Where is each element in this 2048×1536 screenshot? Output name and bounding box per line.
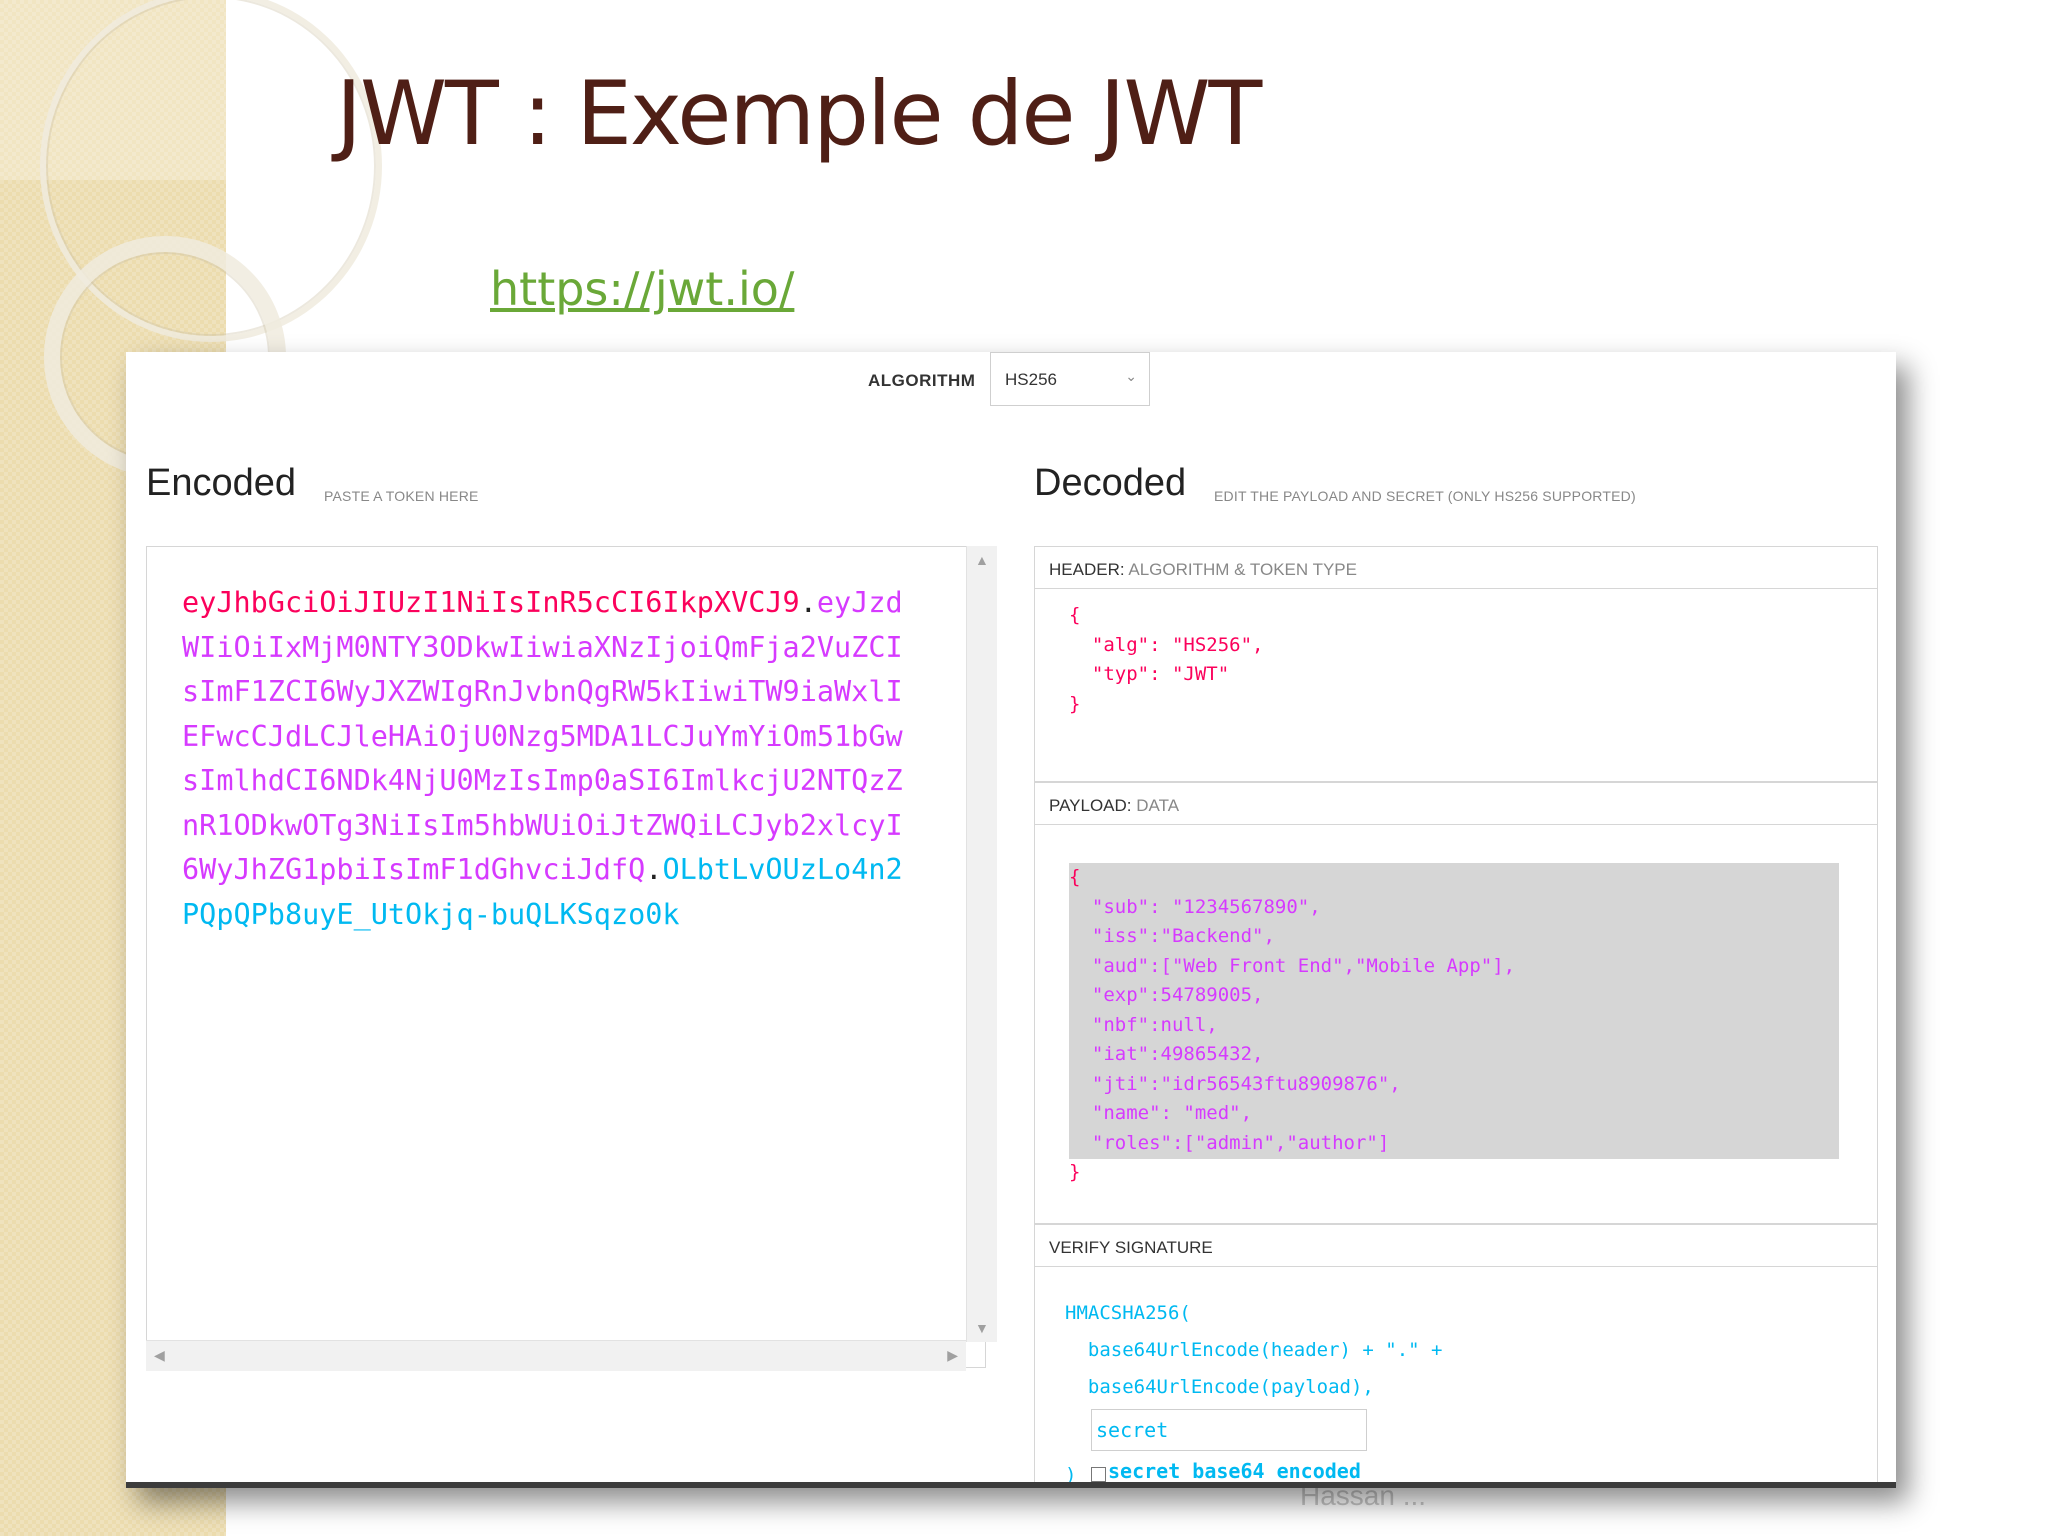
json-key: "iss" (1069, 925, 1150, 947)
algorithm-label: ALGORITHM (868, 371, 976, 390)
decoded-heading: Decoded (1034, 462, 1187, 504)
encoded-token-textarea[interactable]: eyJhbGciOiJIUzI1NiIsInR5cCI6IkpXVCJ9.eyJ… (146, 546, 986, 1368)
json-brace: } (1069, 1161, 1081, 1183)
scroll-up-icon[interactable]: ▲ (975, 552, 989, 568)
panel-bottom-bar (126, 1482, 1896, 1488)
json-value: :null, (1149, 1013, 1218, 1036)
token-payload-part: eyJzdWIiOiIxMjM0NTY3ODkwIiwiaXNzIjoiQmFj… (182, 586, 903, 886)
token-dot: . (799, 586, 817, 619)
json-value: : "HS256", (1149, 633, 1264, 656)
json-value: : "1234567890", (1149, 895, 1321, 918)
horizontal-scrollbar[interactable]: ◀ ▶ (146, 1340, 966, 1371)
json-value: :["Web Front End","Mobile App"], (1149, 954, 1516, 977)
code-line: "iat":49865432, (1069, 1040, 1515, 1070)
code-line: } (1069, 1158, 1515, 1188)
json-key: "roles" (1069, 1131, 1172, 1154)
vertical-scrollbar[interactable]: ▲ ▼ (966, 546, 997, 1342)
json-key: "exp" (1069, 984, 1150, 1006)
json-value: :["admin","author"] (1171, 1131, 1390, 1154)
json-key: "iat" (1069, 1043, 1150, 1065)
payload-json-editor[interactable]: { "sub": "1234567890", "iss":"Backend", … (1069, 863, 1515, 1188)
code-line: "jti":"idr56543ftu8909876", (1069, 1070, 1515, 1100)
code-line: "iss":"Backend", (1069, 922, 1515, 952)
signature-line: base64UrlEncode(header) + "." + (1065, 1339, 1443, 1361)
json-key: "name" (1069, 1102, 1161, 1124)
algorithm-value: HS256 (1005, 370, 1057, 389)
secret-input[interactable]: secret (1091, 1409, 1367, 1451)
json-value: :"idr56543ftu8909876", (1149, 1072, 1401, 1095)
encoded-heading: Encoded (146, 462, 297, 504)
decoded-subheading: EDIT THE PAYLOAD AND SECRET (ONLY HS256 … (1214, 488, 1636, 504)
code-line: "alg": "HS256", (1069, 631, 1264, 661)
code-line: "sub": "1234567890", (1069, 893, 1515, 923)
payload-section: PAYLOAD: DATA { "sub": "1234567890", "is… (1034, 782, 1878, 1224)
code-line: { (1069, 601, 1263, 631)
json-value: :"Backend", (1149, 925, 1275, 947)
json-key: "sub" (1069, 895, 1150, 918)
algorithm-select[interactable]: HS256 ⌄ (990, 352, 1150, 406)
code-line: "aud":["Web Front End","Mobile App"], (1069, 952, 1515, 982)
code-line: "typ": "JWT" (1069, 660, 1263, 690)
json-value: :49865432, (1149, 1043, 1264, 1065)
json-key: "nbf" (1069, 1013, 1150, 1036)
json-key: "alg" (1069, 633, 1150, 656)
header-section-title: HEADER: ALGORITHM & TOKEN TYPE (1035, 547, 1877, 589)
code-line: { (1069, 863, 1515, 893)
header-section: HEADER: ALGORITHM & TOKEN TYPE { "alg": … (1034, 546, 1878, 782)
json-value: :54789005, (1149, 984, 1264, 1006)
json-brace: } (1069, 692, 1081, 715)
json-value: : "med", (1160, 1102, 1253, 1124)
json-key: "jti" (1069, 1072, 1150, 1095)
json-key: "aud" (1069, 954, 1150, 977)
chevron-down-icon: ⌄ (1125, 368, 1137, 384)
code-line: } (1069, 690, 1263, 720)
code-line: "nbf":null, (1069, 1011, 1515, 1041)
secret-base64-checkbox[interactable] (1091, 1467, 1106, 1482)
token-header-part: eyJhbGciOiJIUzI1NiIsInR5cCI6IkpXVCJ9 (182, 586, 800, 619)
json-brace: { (1069, 604, 1081, 626)
secret-base64-label: secret base64 encoded (1108, 1459, 1361, 1483)
code-line: "name": "med", (1069, 1099, 1515, 1129)
jwt-io-link[interactable]: https://jwt.io/ (490, 262, 794, 316)
json-key: "typ" (1069, 663, 1150, 685)
jwt-debugger-screenshot: ALGORITHM HS256 ⌄ Encoded PASTE A TOKEN … (126, 352, 1896, 1488)
json-brace: { (1069, 866, 1081, 888)
signature-line: base64UrlEncode(payload), (1065, 1376, 1374, 1398)
encoded-token-text: eyJhbGciOiJIUzI1NiIsInR5cCI6IkpXVCJ9.eyJ… (182, 581, 912, 937)
encoded-subheading: PASTE A TOKEN HERE (324, 488, 479, 504)
verify-signature-title: VERIFY SIGNATURE (1035, 1225, 1877, 1267)
code-line: "roles":["admin","author"] (1069, 1129, 1515, 1159)
payload-section-title: PAYLOAD: DATA (1035, 783, 1877, 825)
code-line: "exp":54789005, (1069, 981, 1515, 1011)
json-value: : "JWT" (1149, 663, 1230, 685)
scroll-down-icon[interactable]: ▼ (975, 1320, 989, 1336)
scroll-right-icon[interactable]: ▶ (947, 1347, 958, 1364)
scroll-left-icon[interactable]: ◀ (154, 1347, 165, 1364)
verify-signature-section: VERIFY SIGNATURE HMACSHA256( base64UrlEn… (1034, 1224, 1878, 1488)
signature-line: HMACSHA256( (1065, 1302, 1191, 1324)
token-dot: . (645, 853, 663, 886)
header-json-editor[interactable]: { "alg": "HS256", "typ": "JWT"} (1069, 601, 1263, 719)
slide-title: JWT : Exemple de JWT (336, 62, 1262, 165)
